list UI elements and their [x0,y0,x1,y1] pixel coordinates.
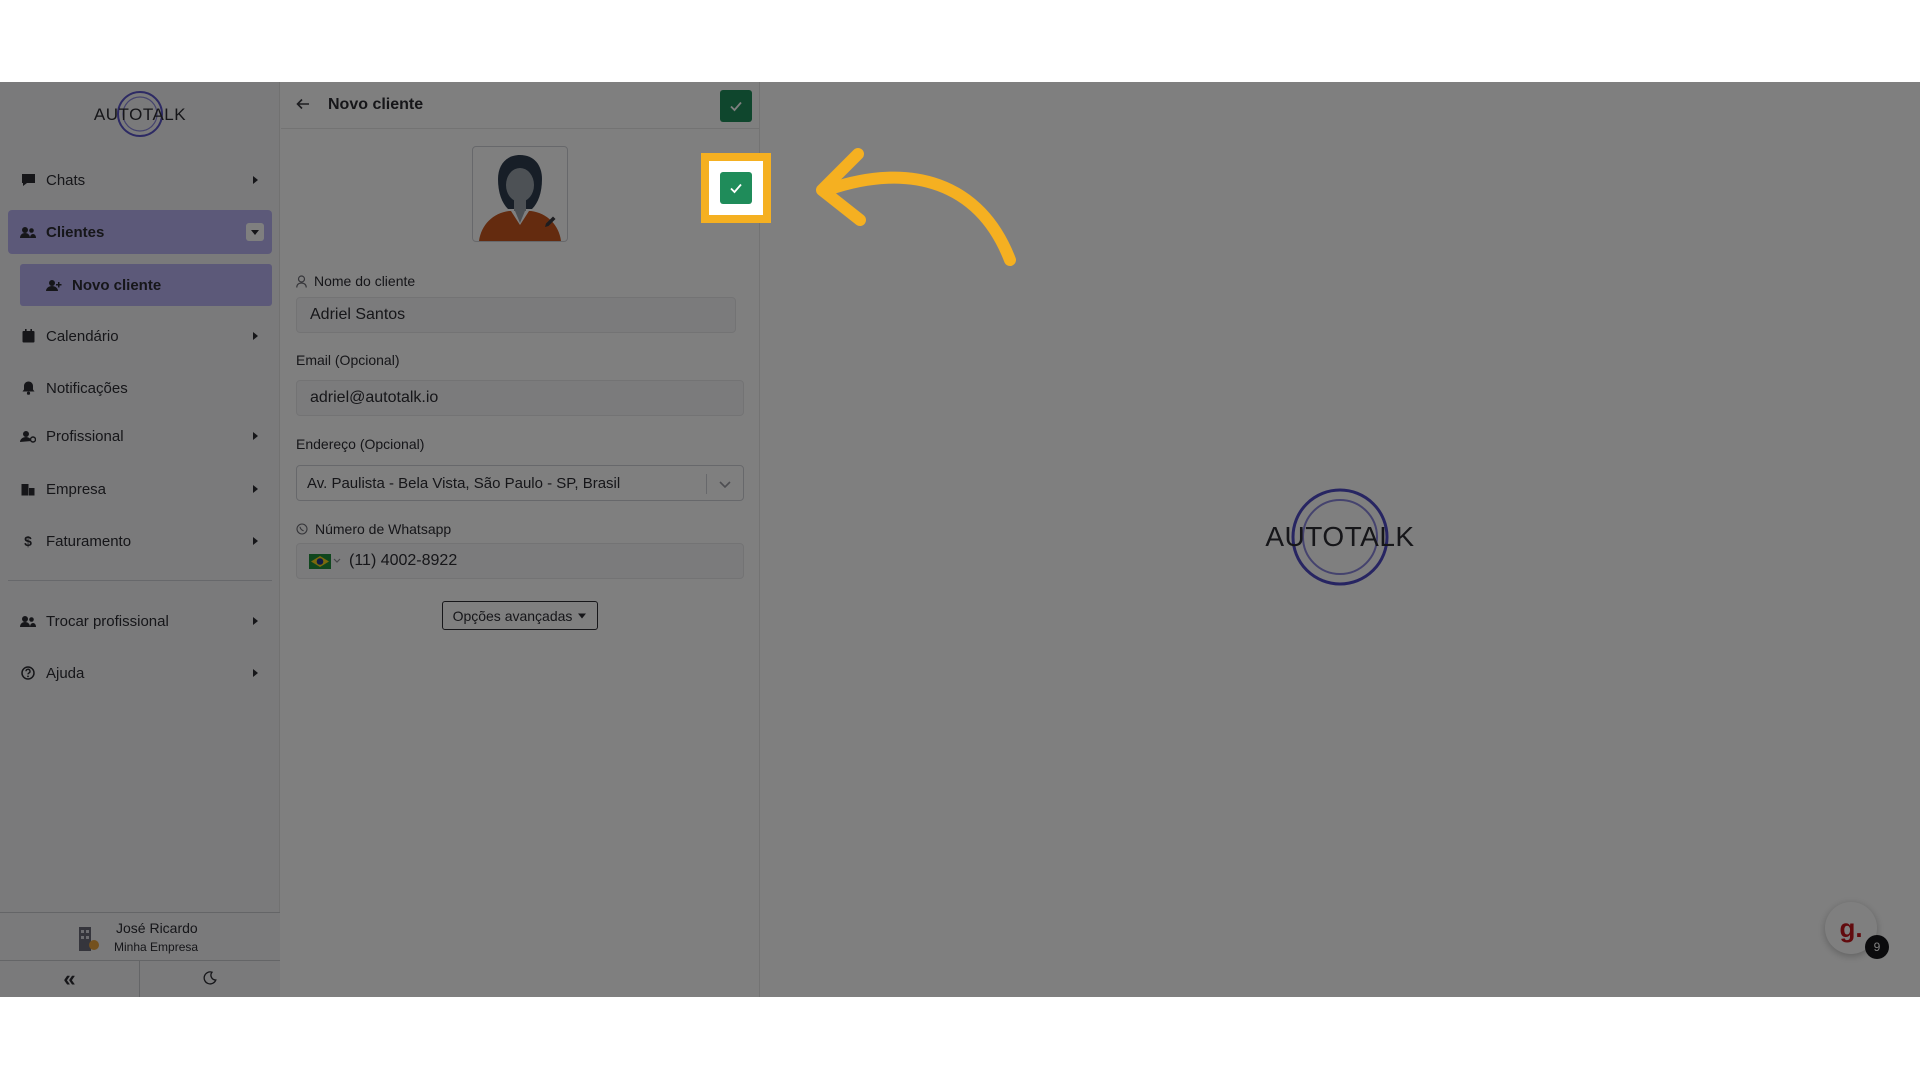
check-icon [730,183,742,194]
app-frame: AUTOTALK Chats Clientes Novo clien [0,82,1920,997]
save-button-highlight[interactable] [720,172,752,204]
highlighted-save-button[interactable] [701,153,771,223]
pointer-arrow-icon [816,148,1016,266]
